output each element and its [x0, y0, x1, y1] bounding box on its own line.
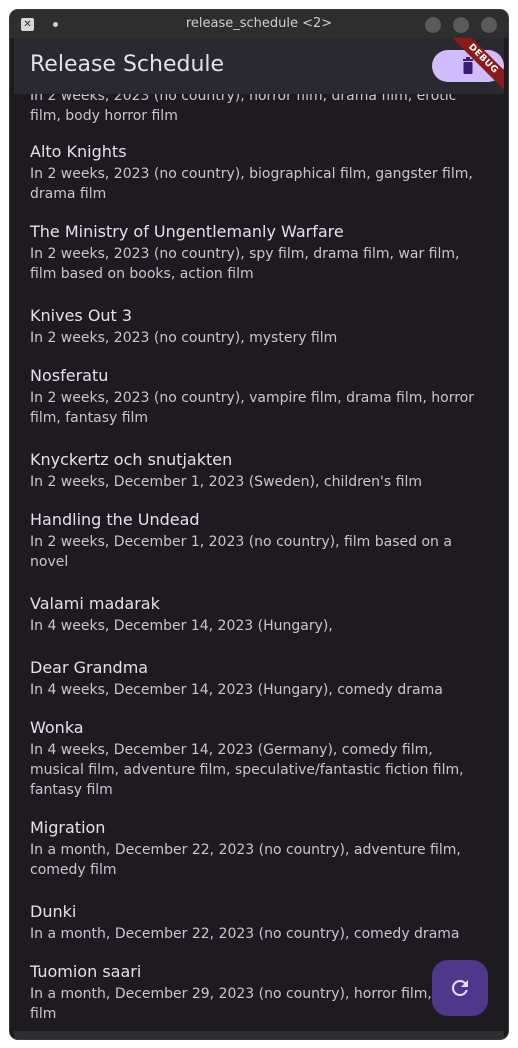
item-title: The Ministry of Ungentlemanly Warfare	[30, 222, 344, 241]
item-title: Tuomion saari	[30, 962, 142, 981]
close-button[interactable]	[481, 17, 497, 33]
item-title: Valami madarak	[30, 594, 160, 613]
item-description: In a month, December 22, 2023 (no countr…	[30, 842, 461, 878]
list-item[interactable]: In 2 weeks, 2023 (no country), horror fi…	[30, 94, 490, 126]
item-description: In 2 weeks, December 1, 2023 (Sweden), c…	[30, 474, 422, 490]
maximize-button[interactable]	[453, 17, 469, 33]
item-description: In 4 weeks, December 14, 2023 (Germany),…	[30, 742, 464, 798]
item-description: In 2 weeks, 2023 (no country), biographi…	[30, 166, 473, 202]
item-description: In a month, December 29, 2023 (no countr…	[30, 986, 487, 1022]
item-title: Knyckertz och snutjakten	[30, 450, 233, 469]
item-description: In 2 weeks, December 1, 2023 (no country…	[30, 534, 452, 570]
window-titlebar[interactable]: ✕ release_schedule <2>	[10, 10, 508, 38]
item-description: In 2 weeks, 2023 (no country), mystery f…	[30, 330, 338, 346]
list-item[interactable]: Tuomion saari In a month, December 29, 2…	[30, 962, 490, 1024]
list-item[interactable]: Alto Knights In 2 weeks, 2023 (no countr…	[30, 142, 490, 204]
list-item[interactable]: Dunki In a month, December 22, 2023 (no …	[30, 902, 490, 944]
app-bar: Release Schedule DEBUG	[14, 38, 504, 94]
refresh-icon	[451, 980, 468, 996]
debug-banner: DEBUG	[446, 38, 504, 94]
list-item[interactable]: Knyckertz och snutjakten In 2 weeks, Dec…	[30, 450, 490, 492]
list-item[interactable]: Nosferatu In 2 weeks, 2023 (no country),…	[30, 366, 490, 428]
item-title: Knives Out 3	[30, 306, 133, 325]
list-item[interactable]: The Ministry of Ungentlemanly Warfare In…	[30, 222, 490, 284]
item-description: In 4 weeks, December 14, 2023 (Hungary),…	[30, 682, 443, 698]
item-title: Alto Knights	[30, 142, 127, 161]
list-item[interactable]: Handling the Undead In 2 weeks, December…	[30, 510, 490, 572]
item-description: In a month, December 22, 2023 (no countr…	[30, 926, 460, 942]
list-item[interactable]: Dear Grandma In 4 weeks, December 14, 20…	[30, 658, 490, 700]
item-description: In 2 weeks, 2023 (no country), horror fi…	[30, 94, 457, 124]
item-title: Dunki	[30, 902, 77, 921]
list-item[interactable]: Valami madarak In 4 weeks, December 14, …	[30, 594, 490, 636]
item-title: Wonka	[30, 718, 84, 737]
item-title: Handling the Undead	[30, 510, 200, 529]
item-description: In 2 weeks, 2023 (no country), spy film,…	[30, 246, 460, 282]
item-title: Dear Grandma	[30, 658, 149, 677]
item-title: Nosferatu	[30, 366, 109, 385]
refresh-button[interactable]	[432, 960, 488, 1016]
page-title: Release Schedule	[30, 52, 225, 77]
list-item[interactable]: Knives Out 3 In 2 weeks, 2023 (no countr…	[30, 306, 490, 348]
app-window: ✕ release_schedule <2> Release Schedule …	[10, 10, 508, 1039]
minimize-button[interactable]	[425, 17, 441, 33]
item-title: Migration	[30, 818, 106, 837]
release-list[interactable]: In 2 weeks, 2023 (no country), horror fi…	[14, 94, 504, 1031]
list-item[interactable]: Migration In a month, December 22, 2023 …	[30, 818, 490, 880]
item-description: In 2 weeks, 2023 (no country), vampire f…	[30, 390, 475, 426]
window-bottom-border	[14, 1031, 504, 1039]
item-description: In 4 weeks, December 14, 2023 (Hungary),	[30, 618, 333, 634]
debug-banner-area: DEBUG	[424, 38, 504, 94]
list-item[interactable]: Wonka In 4 weeks, December 14, 2023 (Ger…	[30, 718, 490, 800]
